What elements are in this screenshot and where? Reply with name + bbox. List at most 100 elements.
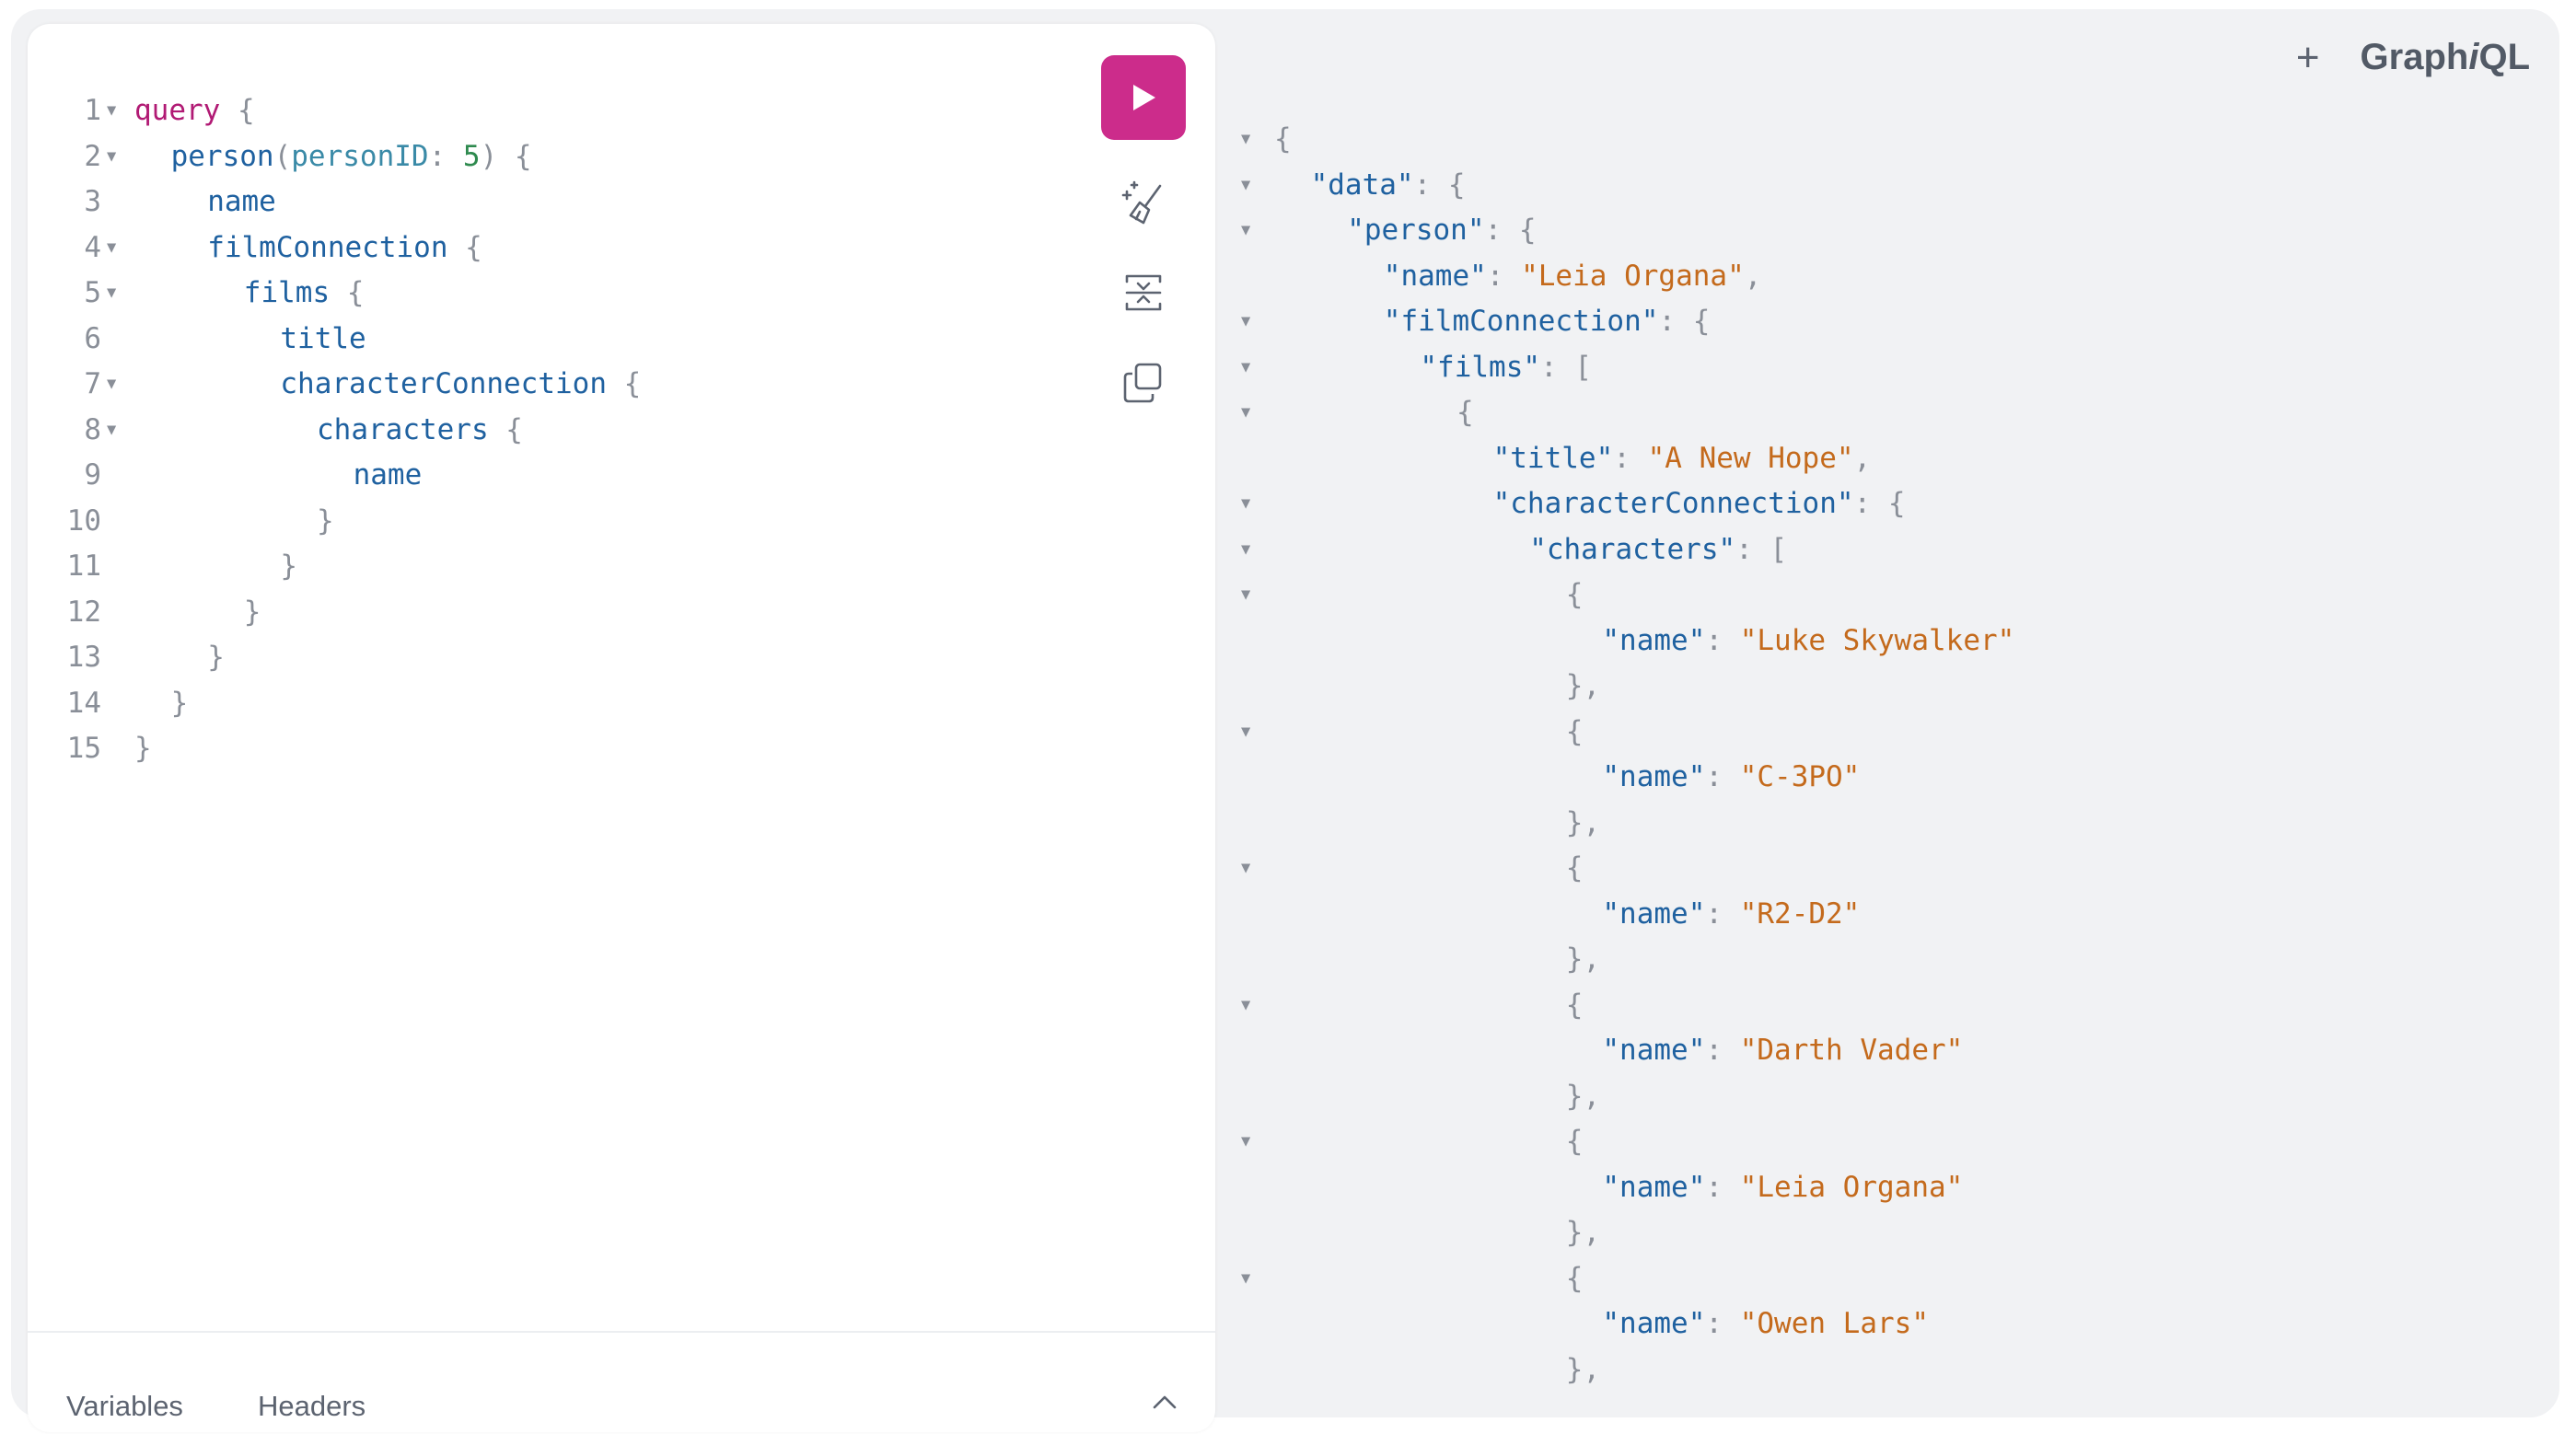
code-token: { [607, 367, 642, 400]
line-number: 8 [84, 412, 101, 446]
line-number: 4 [84, 230, 101, 264]
response-content: "name": "Luke Skywalker" [1602, 619, 2014, 665]
response-content: { [1566, 983, 1584, 1029]
fold-toggle-icon[interactable]: ▼ [107, 88, 116, 134]
fold-toggle-icon[interactable]: ▼ [1241, 208, 1265, 254]
code-token: { [1565, 714, 1584, 748]
response-content: { [1566, 1119, 1584, 1165]
code-token: name [353, 458, 423, 491]
code-token: { [220, 94, 255, 127]
response-content: }, [1566, 937, 1600, 983]
code-content: } [280, 544, 297, 590]
code-token: { [1565, 851, 1584, 885]
response-content: "name": "Leia Organa", [1384, 254, 1762, 300]
fold-toggle-icon[interactable]: ▼ [107, 271, 116, 317]
response-content: "characterConnection": { [1493, 481, 1906, 527]
code-token: : [1705, 896, 1740, 931]
response-content: "name": "Darth Vader" [1602, 1028, 1963, 1074]
fold-toggle-icon[interactable]: ▼ [1241, 527, 1265, 573]
chevron-up-icon [1153, 1395, 1177, 1409]
fold-toggle-icon[interactable]: ▼ [107, 408, 116, 454]
code-token: query [134, 94, 221, 127]
tab-headers[interactable]: Headers [258, 1390, 366, 1423]
fold-toggle-icon[interactable]: ▼ [107, 134, 116, 180]
fold-toggle-icon[interactable]: ▼ [1241, 846, 1265, 892]
code-content: } [134, 726, 152, 772]
fold-toggle-icon[interactable]: ▼ [1241, 163, 1265, 209]
code-token: "name" [1602, 1034, 1706, 1067]
copy-query-button[interactable] [1101, 355, 1186, 411]
fold-toggle-icon[interactable]: ▼ [107, 362, 116, 408]
merge-fragments-icon [1125, 274, 1162, 311]
code-token: : { [1658, 305, 1711, 338]
run-button[interactable] [1101, 55, 1186, 140]
code-token: : [1486, 259, 1522, 293]
code-token: ( [273, 139, 292, 173]
response-content: }, [1566, 1074, 1600, 1120]
fold-toggle-icon[interactable]: ▼ [1241, 572, 1265, 619]
tab-variables[interactable]: Variables [66, 1390, 183, 1423]
fold-toggle-icon[interactable]: ▼ [1241, 117, 1265, 163]
code-token: "name" [1383, 259, 1487, 293]
graphiql-logo: GraphiQL [2361, 37, 2530, 78]
code-token: { [1565, 578, 1584, 611]
collapse-editor-tools-button[interactable] [1151, 1394, 1178, 1415]
editor-tools-bar: Variables Headers [28, 1331, 1215, 1434]
code-token: "C-3PO" [1739, 760, 1861, 793]
fold-toggle-icon[interactable]: ▼ [1241, 1119, 1265, 1165]
response-content: { [1456, 390, 1474, 436]
code-token: : { [1413, 168, 1466, 202]
line-number: 7 [84, 367, 101, 400]
code-token: }, [1565, 943, 1601, 976]
code-token: { [1565, 988, 1584, 1022]
code-content: title [280, 317, 366, 363]
code-token: person [170, 139, 274, 173]
line-number: 12 [66, 595, 101, 629]
response-content: "name": "R2-D2" [1602, 892, 1860, 938]
fold-toggle-icon[interactable]: ▼ [1241, 983, 1265, 1029]
code-token: filmConnection [207, 230, 448, 264]
code-token: }, [1565, 1079, 1601, 1113]
code-content: query { [134, 88, 255, 134]
code-token: { [1565, 1125, 1584, 1158]
code-token: name [207, 185, 276, 218]
logo-text-prefix: Graph [2360, 37, 2469, 77]
code-content: } [171, 681, 189, 727]
code-content: characters { [317, 408, 523, 454]
line-number: 3 [84, 185, 101, 218]
fold-toggle-icon[interactable]: ▼ [1241, 345, 1265, 391]
code-token: "R2-D2" [1739, 896, 1861, 931]
fold-toggle-icon[interactable]: ▼ [1241, 390, 1265, 436]
response-content: { [1566, 1256, 1584, 1302]
fold-toggle-icon[interactable]: ▼ [107, 226, 116, 272]
fold-toggle-icon[interactable]: ▼ [1241, 481, 1265, 527]
prettify-button[interactable] [1101, 175, 1186, 230]
code-content: filmConnection { [207, 226, 482, 272]
code-content: films { [244, 271, 365, 317]
line-number: 1 [84, 94, 101, 127]
code-token: } [207, 641, 225, 674]
code-token: characterConnection [280, 367, 607, 400]
code-token: : { [1484, 214, 1537, 247]
response-content: { [1274, 117, 1292, 163]
code-content: } [317, 499, 334, 545]
add-tab-button[interactable]: + [2296, 37, 2320, 78]
code-token: : [1705, 1170, 1740, 1204]
code-token: , [1853, 441, 1872, 475]
response-content: "characters": [ [1529, 527, 1787, 573]
fold-toggle-icon[interactable]: ▼ [1241, 710, 1265, 756]
code-token: } [134, 732, 152, 765]
code-token: "Luke Skywalker" [1739, 623, 2015, 657]
code-token: }, [1565, 805, 1601, 839]
line-number: 11 [66, 549, 101, 583]
fold-toggle-icon[interactable]: ▼ [1241, 1256, 1265, 1302]
code-token: }, [1565, 1216, 1601, 1249]
response-content: "data": { [1311, 163, 1466, 209]
code-token: { [447, 230, 482, 264]
merge-fragments-button[interactable] [1101, 265, 1186, 320]
code-token: "name" [1602, 760, 1706, 793]
code-token: "A New Hope" [1647, 441, 1854, 475]
code-token: }, [1565, 1352, 1601, 1386]
fold-toggle-icon[interactable]: ▼ [1241, 299, 1265, 345]
response-content: }, [1566, 1347, 1600, 1394]
